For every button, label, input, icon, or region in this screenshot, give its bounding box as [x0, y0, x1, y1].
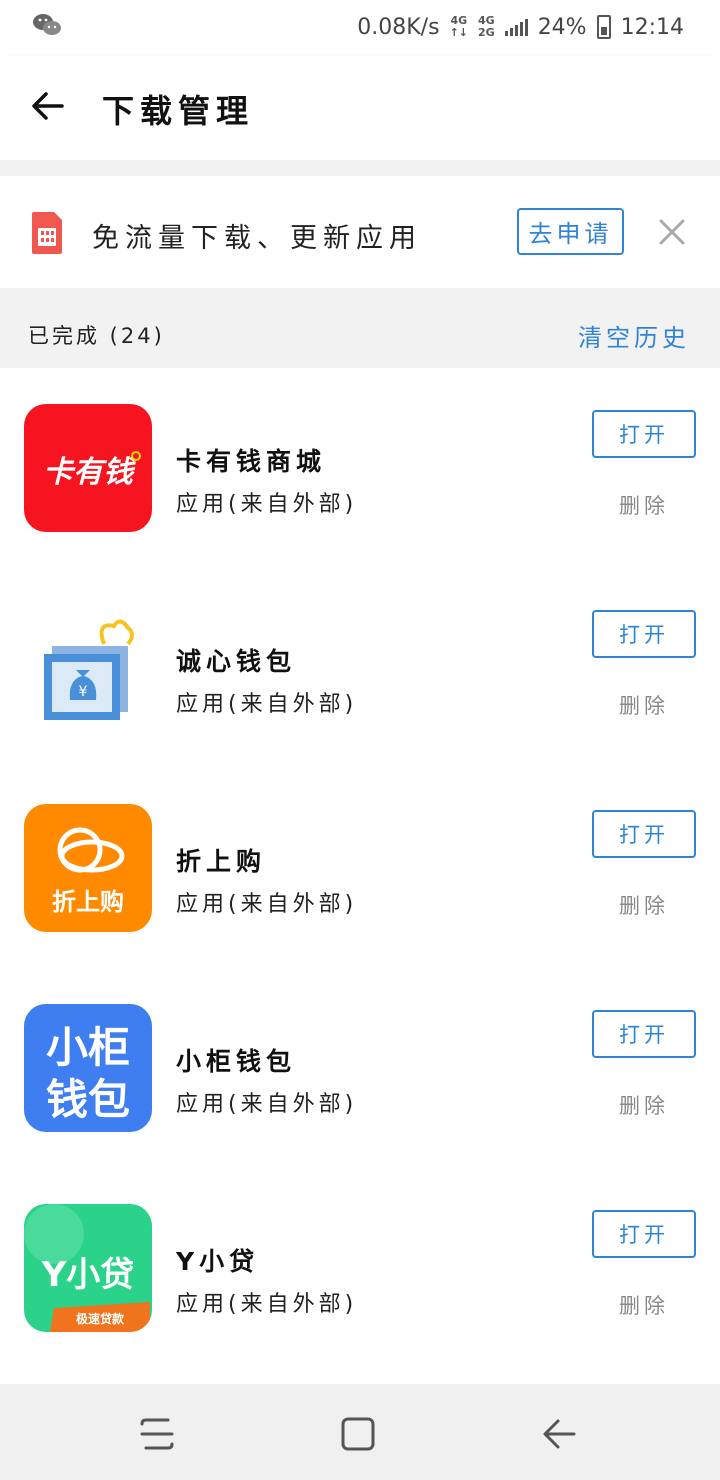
open-button[interactable]: 打开 [592, 810, 696, 858]
network-type-2: 4G 2G [478, 15, 495, 39]
app-icon-zheshanggou: 折上购 [24, 804, 152, 932]
network-type-1-arrows: ↑↓ [449, 26, 468, 39]
list-item[interactable]: 小柜 钱包 小柜钱包 应用(来自外部) 打开 删除 [0, 968, 720, 1168]
delete-button[interactable]: 删除 [596, 890, 692, 920]
back-arrow-icon[interactable] [28, 86, 68, 126]
app-icon-chengxin-wallet: ¥ [24, 604, 152, 732]
signal-icon [504, 18, 528, 36]
apply-button[interactable]: 去申请 [517, 208, 624, 255]
app-icon-text: Y小贷 [41, 1255, 135, 1295]
open-button[interactable]: 打开 [592, 410, 696, 458]
app-icon-kayouqian: 卡有钱 [24, 404, 152, 532]
list-item[interactable]: 折上购 折上购 应用(来自外部) 打开 删除 [0, 768, 720, 968]
list-item[interactable]: 卡有钱 卡有钱商城 应用(来自外部) 打开 删除 [0, 368, 720, 568]
app-source: 应用(来自外部) [176, 1292, 358, 1317]
close-icon[interactable] [656, 216, 688, 248]
delete-button[interactable]: 删除 [596, 1090, 692, 1120]
clock: 12:14 [620, 14, 684, 40]
battery-icon [596, 15, 611, 39]
status-bar: 0.08K/s 4G ↑↓ 4G 2G 24% 12:14 [0, 0, 720, 56]
completed-count: 已完成 (24) [28, 324, 165, 348]
delete-button[interactable]: 删除 [596, 490, 692, 520]
clear-history-button[interactable]: 清空历史 [578, 318, 690, 353]
app-name: 卡有钱商城 [176, 447, 327, 476]
app-source: 应用(来自外部) [176, 692, 358, 717]
app-name: Y小贷 [176, 1247, 260, 1276]
nav-back-icon[interactable] [540, 1416, 578, 1452]
app-icon-text: 卡有钱 [43, 455, 136, 490]
app-name: 折上购 [176, 847, 267, 876]
promo-banner: 免流量下载、更新应用 去申请 [0, 176, 720, 288]
app-source: 应用(来自外部) [176, 1092, 358, 1117]
sim-card-icon [32, 212, 62, 254]
home-icon[interactable] [340, 1416, 376, 1452]
network-type-2-sub: 2G [478, 26, 495, 39]
delete-button[interactable]: 删除 [596, 1290, 692, 1320]
delete-button[interactable]: 删除 [596, 690, 692, 720]
completed-section-header: 已完成 (24) 清空历史 [0, 288, 720, 368]
open-button[interactable]: 打开 [592, 610, 696, 658]
battery-percent: 24% [537, 14, 587, 40]
page-title: 下载管理 [102, 92, 255, 130]
system-nav-bar [0, 1384, 720, 1480]
yen-icon: ¥ [79, 684, 88, 700]
app-icon-y-loan: Y小贷 极速贷款 [24, 1204, 152, 1332]
app-icon-text-top: 小柜 [46, 1023, 130, 1072]
list-item[interactable]: Y小贷 极速贷款 Y小贷 应用(来自外部) 打开 删除 [0, 1168, 720, 1368]
promo-text: 免流量下载、更新应用 [92, 223, 422, 254]
app-bar: 下载管理 [0, 56, 720, 160]
network-speed: 0.08K/s [357, 14, 440, 40]
app-icon-text: 折上购 [52, 888, 124, 916]
status-indicators: 0.08K/s 4G ↑↓ 4G 2G 24% 12:14 [357, 10, 684, 44]
app-name: 小柜钱包 [176, 1047, 297, 1076]
network-type-1: 4G ↑↓ [450, 15, 468, 39]
app-source: 应用(来自外部) [176, 492, 358, 517]
app-source: 应用(来自外部) [176, 892, 358, 917]
recent-apps-icon[interactable] [138, 1416, 176, 1452]
divider [0, 160, 720, 176]
open-button[interactable]: 打开 [592, 1010, 696, 1058]
app-icon-text-bottom: 钱包 [46, 1075, 130, 1124]
wechat-icon [33, 14, 61, 35]
app-icon-badge: 极速贷款 [76, 1311, 125, 1326]
app-icon-xiaogui-wallet: 小柜 钱包 [24, 1004, 152, 1132]
download-list: 卡有钱 卡有钱商城 应用(来自外部) 打开 删除 ¥ 诚心钱包 应用(来自外部)… [0, 368, 720, 1384]
open-button[interactable]: 打开 [592, 1210, 696, 1258]
app-name: 诚心钱包 [176, 647, 297, 676]
list-item[interactable]: ¥ 诚心钱包 应用(来自外部) 打开 删除 [0, 568, 720, 768]
